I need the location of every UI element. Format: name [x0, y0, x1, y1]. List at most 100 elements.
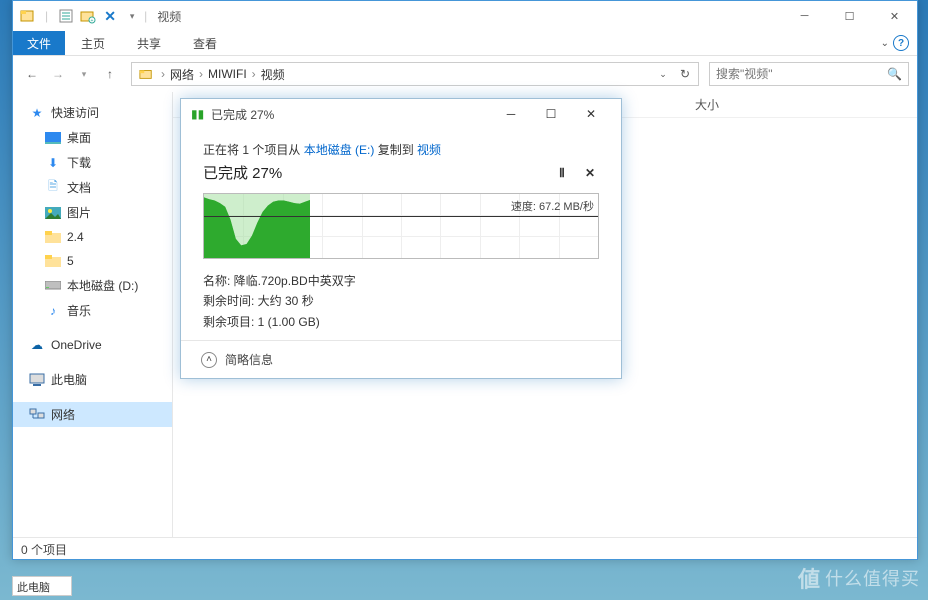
sidebar-item-downloads[interactable]: ⬇下载 [13, 150, 172, 175]
up-button[interactable]: ↑ [99, 63, 121, 85]
sidebar-label: 此电脑 [51, 371, 87, 388]
sidebar-item-folder-5[interactable]: 5 [13, 249, 172, 273]
qat-newfolder-icon[interactable]: + [80, 8, 96, 24]
qat-dropdown-icon[interactable]: ▾ [124, 8, 140, 24]
close-button[interactable]: ✕ [872, 2, 917, 31]
forward-button[interactable]: → [47, 63, 69, 85]
taskbar-item-thispc[interactable]: 此电脑 [12, 576, 72, 596]
col-size[interactable]: 大小 [683, 92, 731, 117]
ribbon-tab-home[interactable]: 主页 [65, 31, 121, 55]
window-controls: ─ ☐ ✕ [782, 2, 917, 31]
onedrive-icon: ☁ [29, 337, 45, 353]
search-input[interactable] [716, 67, 887, 81]
sidebar-item-localdisk-d[interactable]: 本地磁盘 (D:) [13, 273, 172, 298]
sidebar-item-desktop[interactable]: 桌面 [13, 125, 172, 150]
ribbon-tab-view[interactable]: 查看 [177, 31, 233, 55]
sidebar-onedrive[interactable]: ☁ OneDrive [13, 333, 172, 357]
back-button[interactable]: ← [21, 63, 43, 85]
sidebar-label: 2.4 [67, 230, 84, 244]
detail-items: 剩余项目: 1 (1.00 GB) [203, 312, 599, 332]
crumb-miwifi[interactable]: MIWIFI [206, 65, 249, 83]
detail-time: 剩余时间: 大约 30 秒 [203, 291, 599, 311]
pictures-icon [45, 205, 61, 221]
nav-row: ← → ▾ ↑ › 网络 › MIWIFI › 视频 ⌄ ↻ 🔍 [13, 56, 917, 92]
sidebar-label: 5 [67, 254, 74, 268]
copy-dest-link[interactable]: 视频 [417, 143, 441, 157]
network-icon [29, 407, 45, 423]
crumb-sep: › [196, 67, 206, 81]
graph-fill [204, 194, 310, 258]
ribbon-tab-share[interactable]: 共享 [121, 31, 177, 55]
crumb-video[interactable]: 视频 [259, 64, 287, 85]
statusbar: 0 个项目 [13, 537, 917, 559]
nav-pane: ★快速访问 桌面 ⬇下载 🗎文档 图片 2.4 5 本地磁盘 (D:) ♪音乐 … [13, 92, 173, 537]
sidebar-label: 本地磁盘 (D:) [67, 277, 138, 294]
folder-icon [45, 229, 61, 245]
sidebar-network[interactable]: 网络 [13, 402, 172, 427]
sidebar-item-documents[interactable]: 🗎 文档 [13, 175, 172, 200]
copy-source-link[interactable]: 本地磁盘 (E:) [304, 143, 375, 157]
maximize-button[interactable]: ☐ [827, 2, 872, 31]
copy-line-prefix: 正在将 1 个项目从 [203, 143, 304, 157]
sidebar-item-music[interactable]: ♪ 音乐 [13, 298, 172, 323]
dialog-maximize-button[interactable]: ☐ [531, 100, 571, 128]
folder-icon [45, 253, 61, 269]
music-icon: ♪ [45, 303, 61, 319]
titlebar-sep: | [144, 9, 147, 23]
address-bar[interactable]: › 网络 › MIWIFI › 视频 ⌄ ↻ [131, 62, 699, 86]
sidebar-label: 图片 [67, 204, 91, 221]
pause-button[interactable]: Ⅱ [559, 166, 565, 180]
refresh-button[interactable]: ↻ [674, 63, 696, 85]
copy-dialog: ▮▮ 已完成 27% ─ ☐ ✕ 正在将 1 个项目从 本地磁盘 (E:) 复制… [180, 98, 622, 379]
sidebar-thispc[interactable]: 此电脑 [13, 367, 172, 392]
ribbon-file-tab[interactable]: 文件 [13, 31, 65, 55]
ribbon-right: ⌄ ? [881, 31, 917, 55]
documents-icon: 🗎 [45, 180, 61, 196]
copy-heading-row: 已完成 27% Ⅱ ✕ [203, 162, 599, 183]
recent-dropdown[interactable]: ▾ [73, 63, 95, 85]
window-title: 视频 [157, 8, 181, 25]
minimize-button[interactable]: ─ [782, 2, 827, 31]
sidebar-label: 桌面 [67, 129, 91, 146]
sidebar-label: 下载 [67, 154, 91, 171]
sidebar-item-pictures[interactable]: 图片 [13, 200, 172, 225]
copy-progress-icon: ▮▮ [191, 107, 205, 121]
ribbon-expand-icon[interactable]: ⌄ [881, 38, 889, 49]
qat-sep: | [45, 9, 48, 23]
folder-icon [138, 67, 154, 81]
dialog-minimize-button[interactable]: ─ [491, 100, 531, 128]
copy-description: 正在将 1 个项目从 本地磁盘 (E:) 复制到 视频 [203, 141, 599, 158]
dialog-footer[interactable]: ˄ 简略信息 [181, 340, 621, 378]
qat-properties-icon[interactable] [58, 8, 74, 24]
qat-close-icon[interactable]: ✕ [102, 8, 118, 24]
chevron-up-icon: ˄ [201, 352, 217, 368]
sidebar-label: 文档 [67, 179, 91, 196]
search-icon[interactable]: 🔍 [887, 67, 902, 81]
copy-heading: 已完成 27% [203, 162, 282, 183]
status-text: 0 个项目 [21, 543, 67, 557]
address-dropdown[interactable]: ⌄ [652, 63, 674, 85]
detail-name: 名称: 降临.720p.BD中英双字 [203, 271, 599, 291]
dialog-title: 已完成 27% [211, 106, 274, 123]
speed-chart: 速度: 67.2 MB/秒 [203, 193, 599, 259]
dialog-close-button[interactable]: ✕ [571, 100, 611, 128]
search-box[interactable]: 🔍 [709, 62, 909, 86]
crumb-sep: › [158, 67, 168, 81]
quick-access-toolbar: | + ✕ ▾ [13, 8, 140, 24]
sidebar-quick-access[interactable]: ★ 快速访问 [13, 100, 172, 125]
sidebar-label: OneDrive [51, 338, 102, 352]
crumb-network[interactable]: 网络 [168, 64, 196, 85]
speed-line [204, 216, 598, 217]
sidebar-label: 网络 [51, 406, 75, 423]
dialog-titlebar: ▮▮ 已完成 27% ─ ☐ ✕ [181, 99, 621, 129]
star-icon: ★ [29, 105, 45, 121]
help-icon[interactable]: ? [893, 35, 909, 51]
speed-label: 速度: 67.2 MB/秒 [511, 198, 594, 214]
sidebar-item-folder-24[interactable]: 2.4 [13, 225, 172, 249]
drive-icon [45, 278, 61, 294]
sidebar-label: 快速访问 [51, 104, 99, 121]
sidebar-label: 音乐 [67, 302, 91, 319]
titlebar: | + ✕ ▾ | 视频 ─ ☐ ✕ [13, 1, 917, 31]
cancel-button[interactable]: ✕ [585, 166, 595, 180]
crumb-sep: › [249, 67, 259, 81]
